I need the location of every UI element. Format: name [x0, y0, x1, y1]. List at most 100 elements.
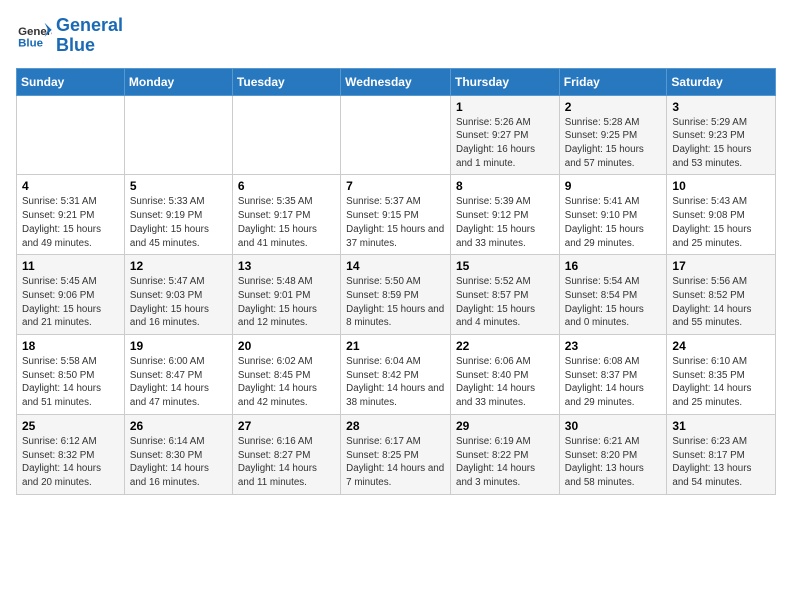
- day-content: Sunrise: 5:41 AM Sunset: 9:10 PM Dayligh…: [565, 195, 662, 250]
- day-content: Sunrise: 6:06 AM Sunset: 8:40 PM Dayligh…: [456, 355, 554, 410]
- calendar-cell: 15 Sunrise: 5:52 AM Sunset: 8:57 PM Dayli…: [451, 255, 560, 335]
- day-number: 5: [130, 179, 227, 193]
- calendar-table: SundayMondayTuesdayWednesdayThursdayFrid…: [16, 68, 776, 495]
- day-content: Sunrise: 5:56 AM Sunset: 8:52 PM Dayligh…: [672, 275, 770, 330]
- day-number: 27: [238, 419, 335, 433]
- day-number: 3: [672, 100, 770, 114]
- calendar-cell: 12Sunrise: 5:47 AM Sunset: 9:03 PM Dayli…: [124, 255, 232, 335]
- page-header: General Blue GeneralBlue: [16, 16, 776, 56]
- day-content: Sunrise: 6:17 AM Sunset: 8:25 PM Dayligh…: [346, 435, 445, 490]
- day-content: Sunrise: 5:28 AM Sunset: 9:25 PM Dayligh…: [565, 116, 662, 171]
- day-number: 1: [456, 100, 554, 114]
- day-content: Sunrise: 6:02 AM Sunset: 8:45 PM Dayligh…: [238, 355, 335, 410]
- day-of-week-header: Saturday: [667, 68, 776, 95]
- calendar-cell: 7Sunrise: 5:37 AM Sunset: 9:15 PM Daylig…: [341, 175, 451, 255]
- day-number: 21: [346, 339, 445, 353]
- logo-text: GeneralBlue: [56, 16, 123, 56]
- calendar-cell: 29 Sunrise: 6:19 AM Sunset: 8:22 PM Dayli…: [451, 414, 560, 494]
- day-number: 26: [130, 419, 227, 433]
- calendar-cell: 28 Sunrise: 6:17 AM Sunset: 8:25 PM Dayli…: [341, 414, 451, 494]
- day-number: 20: [238, 339, 335, 353]
- calendar-body: 1 Sunrise: 5:26 AM Sunset: 9:27 PM Daylig…: [17, 95, 776, 494]
- day-content: Sunrise: 5:26 AM Sunset: 9:27 PM Dayligh…: [456, 116, 554, 171]
- calendar-cell: 14 Sunrise: 5:50 AM Sunset: 8:59 PM Dayli…: [341, 255, 451, 335]
- day-of-week-header: Sunday: [17, 68, 125, 95]
- calendar-cell: 6 Sunrise: 5:35 AM Sunset: 9:17 PM Daylig…: [232, 175, 340, 255]
- calendar-cell: 30 Sunrise: 6:21 AM Sunset: 8:20 PM Dayli…: [559, 414, 667, 494]
- day-of-week-header: Thursday: [451, 68, 560, 95]
- calendar-cell: [341, 95, 451, 175]
- calendar-cell: [232, 95, 340, 175]
- day-number: 29: [456, 419, 554, 433]
- calendar-week-row: 11 Sunrise: 5:45 AM Sunset: 9:06 PM Dayli…: [17, 255, 776, 335]
- day-content: Sunrise: 6:21 AM Sunset: 8:20 PM Dayligh…: [565, 435, 662, 490]
- day-number: 25: [22, 419, 119, 433]
- logo-icon: General Blue: [16, 21, 52, 51]
- calendar-cell: 21Sunrise: 6:04 AM Sunset: 8:42 PM Dayli…: [341, 335, 451, 415]
- day-content: Sunrise: 5:54 AM Sunset: 8:54 PM Dayligh…: [565, 275, 662, 330]
- calendar-cell: 27 Sunrise: 6:16 AM Sunset: 8:27 PM Dayli…: [232, 414, 340, 494]
- day-number: 9: [565, 179, 662, 193]
- calendar-cell: 16Sunrise: 5:54 AM Sunset: 8:54 PM Dayli…: [559, 255, 667, 335]
- day-number: 4: [22, 179, 119, 193]
- calendar-week-row: 1 Sunrise: 5:26 AM Sunset: 9:27 PM Daylig…: [17, 95, 776, 175]
- day-content: Sunrise: 6:19 AM Sunset: 8:22 PM Dayligh…: [456, 435, 554, 490]
- day-number: 2: [565, 100, 662, 114]
- calendar-cell: 23 Sunrise: 6:08 AM Sunset: 8:37 PM Dayli…: [559, 335, 667, 415]
- calendar-cell: 25 Sunrise: 6:12 AM Sunset: 8:32 PM Dayli…: [17, 414, 125, 494]
- day-content: Sunrise: 5:48 AM Sunset: 9:01 PM Dayligh…: [238, 275, 335, 330]
- calendar-week-row: 25 Sunrise: 6:12 AM Sunset: 8:32 PM Dayli…: [17, 414, 776, 494]
- calendar-cell: 13Sunrise: 5:48 AM Sunset: 9:01 PM Dayli…: [232, 255, 340, 335]
- calendar-cell: 17 Sunrise: 5:56 AM Sunset: 8:52 PM Dayli…: [667, 255, 776, 335]
- day-content: Sunrise: 5:39 AM Sunset: 9:12 PM Dayligh…: [456, 195, 554, 250]
- day-number: 31: [672, 419, 770, 433]
- day-number: 22: [456, 339, 554, 353]
- calendar-cell: 31 Sunrise: 6:23 AM Sunset: 8:17 PM Dayli…: [667, 414, 776, 494]
- calendar-header-row: SundayMondayTuesdayWednesdayThursdayFrid…: [17, 68, 776, 95]
- calendar-week-row: 4Sunrise: 5:31 AM Sunset: 9:21 PM Daylig…: [17, 175, 776, 255]
- day-number: 6: [238, 179, 335, 193]
- day-number: 30: [565, 419, 662, 433]
- day-content: Sunrise: 5:33 AM Sunset: 9:19 PM Dayligh…: [130, 195, 227, 250]
- day-content: Sunrise: 6:16 AM Sunset: 8:27 PM Dayligh…: [238, 435, 335, 490]
- day-content: Sunrise: 6:23 AM Sunset: 8:17 PM Dayligh…: [672, 435, 770, 490]
- day-number: 10: [672, 179, 770, 193]
- day-content: Sunrise: 5:52 AM Sunset: 8:57 PM Dayligh…: [456, 275, 554, 330]
- calendar-cell: 24 Sunrise: 6:10 AM Sunset: 8:35 PM Dayli…: [667, 335, 776, 415]
- calendar-week-row: 18Sunrise: 5:58 AM Sunset: 8:50 PM Dayli…: [17, 335, 776, 415]
- day-of-week-header: Wednesday: [341, 68, 451, 95]
- day-content: Sunrise: 5:47 AM Sunset: 9:03 PM Dayligh…: [130, 275, 227, 330]
- calendar-cell: 2 Sunrise: 5:28 AM Sunset: 9:25 PM Daylig…: [559, 95, 667, 175]
- day-number: 14: [346, 259, 445, 273]
- calendar-cell: 4Sunrise: 5:31 AM Sunset: 9:21 PM Daylig…: [17, 175, 125, 255]
- day-number: 17: [672, 259, 770, 273]
- day-number: 15: [456, 259, 554, 273]
- day-number: 28: [346, 419, 445, 433]
- day-content: Sunrise: 6:10 AM Sunset: 8:35 PM Dayligh…: [672, 355, 770, 410]
- day-number: 24: [672, 339, 770, 353]
- calendar-cell: 3 Sunrise: 5:29 AM Sunset: 9:23 PM Daylig…: [667, 95, 776, 175]
- day-content: Sunrise: 5:45 AM Sunset: 9:06 PM Dayligh…: [22, 275, 119, 330]
- day-content: Sunrise: 6:12 AM Sunset: 8:32 PM Dayligh…: [22, 435, 119, 490]
- day-content: Sunrise: 6:08 AM Sunset: 8:37 PM Dayligh…: [565, 355, 662, 410]
- calendar-cell: 22 Sunrise: 6:06 AM Sunset: 8:40 PM Dayli…: [451, 335, 560, 415]
- day-of-week-header: Monday: [124, 68, 232, 95]
- day-number: 7: [346, 179, 445, 193]
- day-content: Sunrise: 5:43 AM Sunset: 9:08 PM Dayligh…: [672, 195, 770, 250]
- day-content: Sunrise: 5:50 AM Sunset: 8:59 PM Dayligh…: [346, 275, 445, 330]
- day-number: 18: [22, 339, 119, 353]
- calendar-cell: [17, 95, 125, 175]
- calendar-cell: [124, 95, 232, 175]
- calendar-cell: 8Sunrise: 5:39 AM Sunset: 9:12 PM Daylig…: [451, 175, 560, 255]
- logo: General Blue GeneralBlue: [16, 16, 123, 56]
- day-content: Sunrise: 6:00 AM Sunset: 8:47 PM Dayligh…: [130, 355, 227, 410]
- day-of-week-header: Friday: [559, 68, 667, 95]
- day-number: 19: [130, 339, 227, 353]
- calendar-cell: 18Sunrise: 5:58 AM Sunset: 8:50 PM Dayli…: [17, 335, 125, 415]
- calendar-cell: 9 Sunrise: 5:41 AM Sunset: 9:10 PM Daylig…: [559, 175, 667, 255]
- calendar-cell: 5 Sunrise: 5:33 AM Sunset: 9:19 PM Daylig…: [124, 175, 232, 255]
- day-number: 11: [22, 259, 119, 273]
- day-content: Sunrise: 5:35 AM Sunset: 9:17 PM Dayligh…: [238, 195, 335, 250]
- day-number: 23: [565, 339, 662, 353]
- day-content: Sunrise: 5:29 AM Sunset: 9:23 PM Dayligh…: [672, 116, 770, 171]
